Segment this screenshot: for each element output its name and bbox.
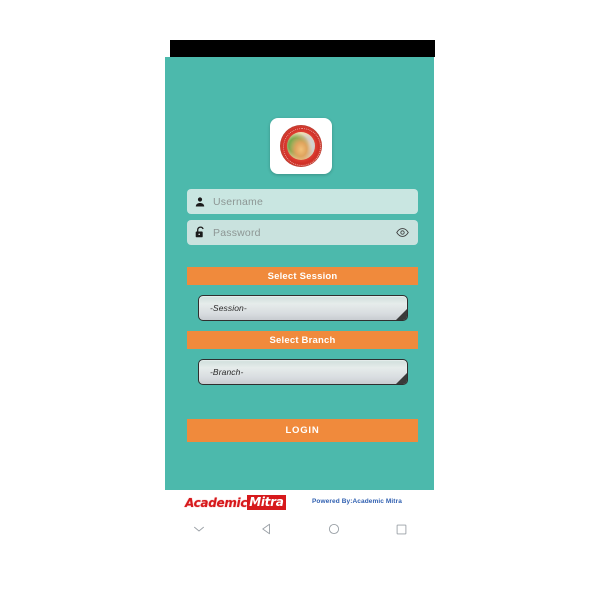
brand-row: Academic Mitra Powered By:Academic Mitra xyxy=(165,495,435,511)
school-crest-emblem-icon xyxy=(280,125,322,167)
recents-icon[interactable] xyxy=(368,524,436,535)
app-logo-card xyxy=(270,118,332,174)
login-screen: Username Password Select Session -Sessio… xyxy=(165,57,434,490)
eye-icon[interactable] xyxy=(396,228,409,237)
user-icon xyxy=(187,196,213,208)
select-branch-button[interactable]: Select Branch xyxy=(187,331,418,349)
branch-dropdown-value: -Branch- xyxy=(210,367,244,377)
dropdown-corner-arrow-icon xyxy=(396,309,407,320)
hide-keyboard-icon[interactable] xyxy=(165,525,233,533)
session-dropdown[interactable]: -Session- xyxy=(198,295,408,321)
powered-by-label: Powered By:Academic Mitra xyxy=(312,498,402,505)
password-placeholder: Password xyxy=(213,226,261,239)
brand-mitra-text: Mitra xyxy=(247,495,286,510)
home-icon[interactable] xyxy=(300,523,368,535)
username-placeholder: Username xyxy=(213,195,264,208)
password-field[interactable]: Password xyxy=(187,220,418,245)
username-field[interactable]: Username xyxy=(187,189,418,214)
status-bar xyxy=(170,40,435,57)
back-icon[interactable] xyxy=(233,523,301,535)
brand-academic-text: Academic xyxy=(185,495,248,510)
footer: Academic Mitra Powered By:Academic Mitra xyxy=(165,490,435,550)
dropdown-corner-arrow-icon xyxy=(396,373,407,384)
lock-icon xyxy=(187,226,213,239)
android-nav-bar xyxy=(165,516,435,542)
phone-frame: Username Password Select Session -Sessio… xyxy=(165,40,435,550)
branch-dropdown[interactable]: -Branch- xyxy=(198,359,408,385)
login-button[interactable]: LOGIN xyxy=(187,419,418,442)
academicmitra-logo: Academic Mitra xyxy=(185,495,286,510)
session-dropdown-value: -Session- xyxy=(210,303,247,313)
select-session-button[interactable]: Select Session xyxy=(187,267,418,285)
